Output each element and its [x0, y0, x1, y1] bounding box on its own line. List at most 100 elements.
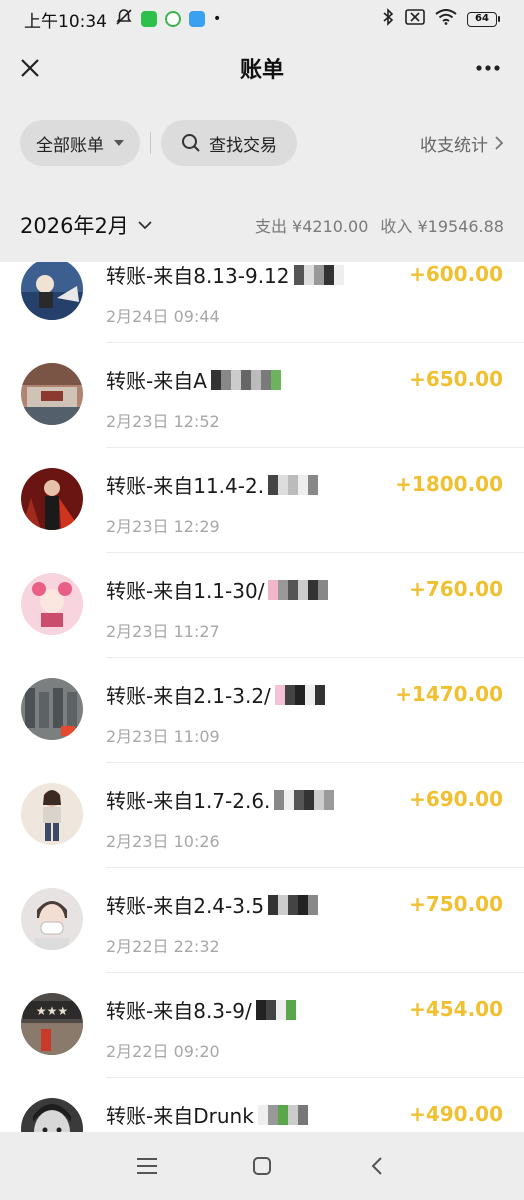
mute-bell-icon: [115, 8, 133, 31]
transaction-title: 转账-来自Drunk: [106, 1100, 308, 1129]
pixelated-redaction: [268, 894, 319, 916]
svg-text:★★★: ★★★: [36, 1004, 68, 1018]
pixelated-redaction: [268, 474, 319, 496]
battery-level: 64: [467, 11, 497, 27]
transaction-title-text: 转账-来自11.4-2.: [106, 474, 265, 498]
search-label: 查找交易: [209, 135, 277, 156]
expense-total: 支出 ¥4210.00: [254, 217, 369, 236]
month-label: 2026年2月: [20, 214, 129, 238]
transaction-title: 转账-来自A: [106, 365, 281, 394]
transaction-title-text: 转账-来自Drunk: [106, 1104, 254, 1128]
menu-button[interactable]: [127, 1146, 167, 1186]
transaction-title-text: 转账-来自1.7-2.6.: [106, 789, 271, 813]
month-header: 2026年2月 支出 ¥4210.00 收入 ¥19546.88: [0, 188, 524, 262]
home-button[interactable]: [242, 1146, 282, 1186]
transaction-row[interactable]: 转账-来自8.13-9.12 2月24日 09:44 +600.00: [0, 262, 524, 343]
pixelated-redaction: [274, 684, 325, 706]
transaction-row[interactable]: ★★★ 转账-来自8.3-9/2月22日 09:20 +454.00: [0, 973, 524, 1078]
transaction-list[interactable]: 转账-来自8.13-9.12 2月24日 09:44 +600.00 转账-来自A 2月…: [0, 262, 524, 1132]
more-notifications-dot-icon: •: [213, 11, 222, 27]
pixelated-redaction: [293, 264, 344, 286]
transaction-amount: +760.00: [409, 577, 503, 601]
transaction-title-text: 转账-来自8.3-9/: [106, 999, 252, 1023]
close-button[interactable]: [14, 52, 46, 84]
income-total: 收入 ¥19546.88: [380, 217, 504, 236]
all-bills-dropdown[interactable]: 全部账单: [20, 120, 140, 166]
transaction-title: 转账-来自2.1-3.2/: [106, 680, 325, 709]
transaction-time: 2月23日 11:09: [106, 727, 220, 746]
pixelated-redaction: [210, 369, 281, 391]
transaction-title: 转账-来自11.4-2.: [106, 470, 319, 499]
blue-sky-avatar: [21, 262, 83, 320]
back-chevron-icon: [371, 1157, 382, 1175]
transaction-time: 2月22日 09:20: [106, 1042, 220, 1061]
transaction-amount: +1800.00: [395, 472, 503, 496]
transaction-text: 转账-来自11.4-2. 2月23日 12:29: [106, 470, 319, 537]
more-dots-icon: [476, 65, 500, 71]
transaction-title: 转账-来自8.13-9.12: [106, 262, 344, 289]
masked-avatar: [21, 888, 83, 950]
filter-divider: [150, 132, 151, 154]
income-expense-stats-link[interactable]: 收支统计: [420, 131, 504, 156]
bw-portrait-avatar: [21, 1098, 83, 1132]
transaction-title-text: 转账-来自1.1-30/: [106, 579, 265, 603]
blue-app-icon: [189, 11, 205, 27]
transaction-row[interactable]: 转账-来自A 2月23日 12:52 +650.00: [0, 343, 524, 448]
home-square-icon: [252, 1157, 271, 1175]
search-transactions-button[interactable]: 查找交易: [161, 120, 297, 166]
transaction-row[interactable]: 转账-来自11.4-2. 2月23日 12:29 +1800.00: [0, 448, 524, 553]
month-selector[interactable]: 2026年2月: [20, 210, 153, 240]
pixelated-redaction: [268, 579, 329, 601]
stats-label: 收支统计: [420, 135, 488, 156]
transaction-title: 转账-来自8.3-9/: [106, 995, 296, 1024]
transaction-text: 转账-来自2.1-3.2/2月23日 11:09: [106, 680, 325, 747]
chevron-right-icon: [495, 136, 504, 150]
transaction-amount: +650.00: [409, 367, 503, 391]
transaction-text: 转账-来自8.3-9/2月22日 09:20: [106, 995, 296, 1062]
transaction-amount: +750.00: [409, 892, 503, 916]
transaction-text: 转账-来自1.1-30/2月23日 11:27: [106, 575, 329, 642]
transaction-text: 转账-来自1.7-2.6. 2月23日 10:26: [106, 785, 335, 852]
back-button[interactable]: [357, 1146, 397, 1186]
page-title: 账单: [239, 58, 284, 83]
transaction-text: 转账-来自8.13-9.12 2月24日 09:44: [106, 262, 344, 327]
red-stage-avatar: [21, 468, 83, 530]
transaction-row[interactable]: 转账-来自Drunk +490.00: [0, 1078, 524, 1132]
transaction-title-text: 转账-来自2.4-3.5: [106, 894, 265, 918]
status-bar: 上午10:34 • 64: [0, 0, 524, 38]
nav-bar: 账单: [0, 38, 524, 98]
month-summary: 支出 ¥4210.00 收入 ¥19546.88: [255, 213, 504, 237]
transaction-row[interactable]: 转账-来自1.1-30/2月23日 11:27 +760.00: [0, 553, 524, 658]
transaction-title: 转账-来自2.4-3.5: [106, 890, 319, 919]
search-icon: [182, 134, 200, 152]
transaction-row[interactable]: 转账-来自1.7-2.6. 2月23日 10:26 +690.00: [0, 763, 524, 868]
sim-off-icon: [405, 8, 425, 30]
transaction-amount: +600.00: [409, 262, 503, 286]
transaction-title: 转账-来自1.7-2.6.: [106, 785, 335, 814]
pixelated-redaction: [255, 999, 296, 1021]
transaction-title-text: 转账-来自2.1-3.2/: [106, 684, 271, 708]
transaction-time: 2月22日 22:32: [106, 937, 220, 956]
system-nav-bar: [0, 1132, 524, 1200]
chevron-down-icon: [138, 221, 152, 230]
pixelated-redaction: [257, 1104, 308, 1126]
more-options-button[interactable]: [470, 52, 506, 84]
factory-avatar: [21, 678, 83, 740]
battery-icon: 64: [467, 11, 500, 27]
transaction-row[interactable]: 转账-来自2.1-3.2/2月23日 11:09 +1470.00: [0, 658, 524, 763]
transaction-text: 转账-来自A 2月23日 12:52: [106, 365, 281, 432]
transaction-amount: +690.00: [409, 787, 503, 811]
wifi-icon: [435, 8, 457, 30]
all-bills-label: 全部账单: [36, 135, 104, 156]
transaction-amount: +490.00: [409, 1102, 503, 1126]
recycle-app-icon: [165, 11, 181, 27]
close-icon: [21, 59, 39, 77]
shop-sign-avatar: ★★★: [21, 993, 83, 1055]
transaction-row[interactable]: 转账-来自2.4-3.5 2月22日 22:32 +750.00: [0, 868, 524, 973]
bluetooth-icon: [381, 7, 395, 31]
transaction-text: 转账-来自Drunk: [106, 1100, 308, 1132]
transaction-title-text: 转账-来自8.13-9.12: [106, 264, 290, 288]
transaction-time: 2月23日 11:27: [106, 622, 220, 641]
status-time: 上午10:34: [24, 11, 107, 32]
filter-bar: 全部账单 查找交易 收支统计: [0, 98, 524, 188]
